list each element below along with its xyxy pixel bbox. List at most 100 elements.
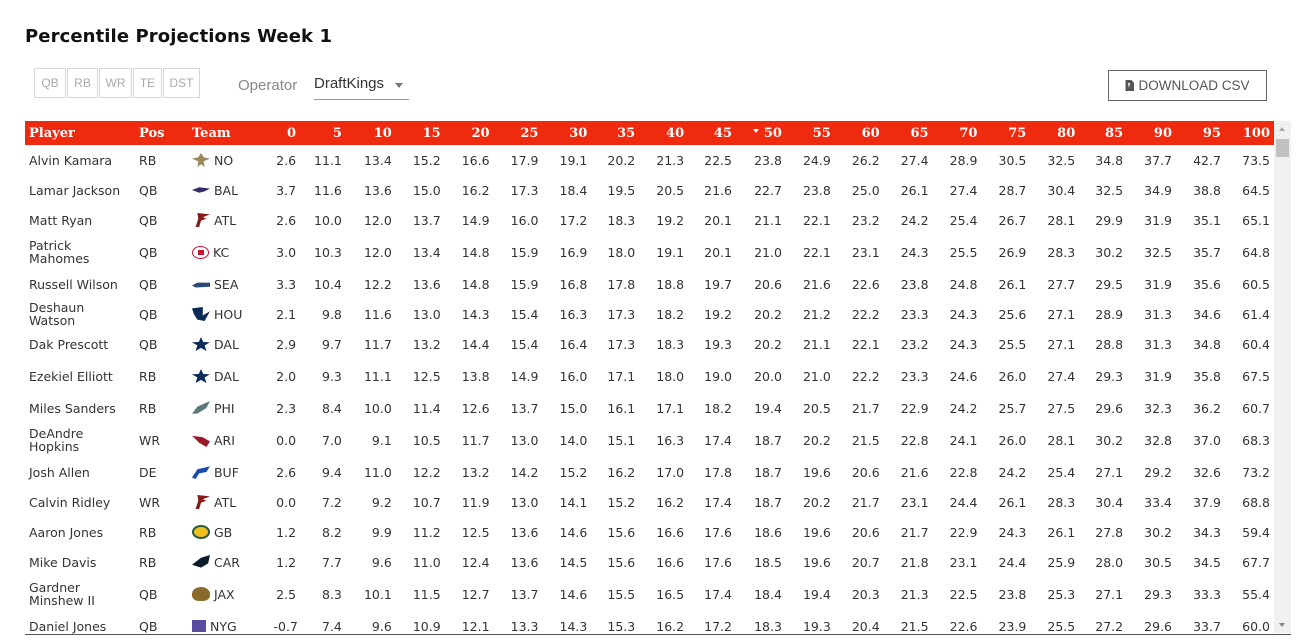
scrollbar-thumb[interactable] — [1276, 139, 1289, 157]
percentile-value-65: 23.3 — [900, 368, 929, 384]
column-header-65[interactable]: 65 — [884, 121, 933, 145]
scroll-down-arrow-icon[interactable] — [1279, 623, 1285, 627]
percentile-value-20: 14.8 — [461, 276, 490, 292]
column-header-60[interactable]: 60 — [835, 121, 884, 145]
percentile-value-35: 17.1 — [607, 368, 636, 384]
percentile-value-15: 11.0 — [412, 554, 441, 570]
table-row[interactable]: Daniel Jones QB NYG -0.7 7.4 9.6 10.9 12.1 13.3 1… — [25, 611, 1274, 634]
scroll-up-arrow-icon[interactable] — [1279, 127, 1285, 131]
column-header-40[interactable]: 40 — [639, 121, 688, 145]
column-header-50[interactable]: 50 — [736, 121, 786, 145]
column-header-95[interactable]: 95 — [1176, 121, 1225, 145]
table-row[interactable]: Ezekiel Elliott RB DAL 2.0 9.3 11.1 12.5 13.8 14… — [25, 359, 1274, 393]
column-header-label: 60 — [861, 125, 880, 141]
table-row[interactable]: Russell Wilson QB SEA 3.3 10.4 12.2 13.6 14.8 15… — [25, 269, 1274, 299]
column-header-label: 45 — [713, 125, 732, 141]
percentile-value-10: 13.4 — [363, 152, 392, 168]
column-header-5[interactable]: 5 — [300, 121, 346, 145]
table-row[interactable]: Josh Allen DE BUF 2.6 9.4 11.0 12.2 13.2 14.2 15.… — [25, 457, 1274, 487]
column-header-85[interactable]: 85 — [1079, 121, 1127, 145]
percentile-value-0: 3.7 — [276, 182, 297, 198]
column-header-label: Team — [191, 125, 231, 141]
filter-dst-button[interactable]: DST — [163, 68, 200, 98]
table-row[interactable]: Deshaun Watson QB HOU 2.1 9.8 11.6 13.0 14.3 15.… — [25, 299, 1274, 329]
percentile-value-0: 2.6 — [276, 152, 297, 168]
percentile-value-20: 12.5 — [461, 524, 490, 540]
table-row[interactable]: Calvin Ridley WR ATL 0.0 7.2 9.2 10.7 11.9 13.0 1… — [25, 487, 1274, 517]
table-row[interactable]: Gardner Minshew II QB JAX 2.5 8.3 10.1 11.5 12.… — [25, 577, 1274, 611]
percentile-value-15: 12.5 — [412, 368, 441, 384]
table-row[interactable]: Aaron Jones RB GB 1.2 8.2 9.9 11.2 12.5 13.6 14.6… — [25, 517, 1274, 547]
column-header-75[interactable]: 75 — [981, 121, 1030, 145]
percentile-value-55: 19.3 — [802, 618, 831, 634]
column-header-70[interactable]: 70 — [933, 121, 982, 145]
table-row[interactable]: Lamar Jackson QB BAL 3.7 11.6 13.6 15.0 16.2 17.… — [25, 175, 1274, 205]
percentile-value-35: 15.5 — [607, 586, 636, 602]
team-logo-icon — [195, 213, 210, 227]
table-row[interactable]: Mike Davis RB CAR 1.2 7.7 9.6 11.0 12.4 13.6 14.5… — [25, 547, 1274, 577]
team: KC — [191, 245, 266, 260]
filter-te-button[interactable]: TE — [133, 68, 162, 98]
column-header-0[interactable]: 0 — [269, 121, 300, 145]
team: PHI — [191, 401, 266, 416]
filter-rb-button[interactable]: RB — [67, 68, 98, 98]
column-header-20[interactable]: 20 — [445, 121, 494, 145]
column-header-55[interactable]: 55 — [786, 121, 835, 145]
percentile-value-5: 9.3 — [322, 368, 342, 384]
percentile-value-65: 23.1 — [900, 494, 929, 510]
percentile-value-95: 35.6 — [1193, 276, 1221, 292]
percentile-value-80: 27.7 — [1047, 276, 1076, 292]
table-row[interactable]: Alvin Kamara RB NO 2.6 11.1 13.4 15.2 16.6 17.9 1… — [25, 145, 1274, 175]
percentile-value-100: 60.7 — [1242, 400, 1270, 416]
filter-wr-button[interactable]: WR — [99, 68, 132, 98]
team-abbreviation: ARI — [213, 432, 235, 448]
chevron-down-icon — [395, 83, 403, 88]
percentile-value-5: 9.4 — [322, 464, 342, 480]
table-row[interactable]: Dak Prescott QB DAL 2.9 9.7 11.7 13.2 14.4 15.4 1… — [25, 329, 1274, 359]
column-header-player[interactable]: Player — [25, 121, 135, 145]
percentile-value-90: 29.2 — [1144, 464, 1173, 480]
percentile-value-35: 19.5 — [607, 182, 636, 198]
column-header-30[interactable]: 30 — [542, 121, 591, 145]
percentile-value-10: 10.0 — [363, 400, 392, 416]
player-name: DeAndre Hopkins — [29, 426, 84, 454]
table-row[interactable]: DeAndre Hopkins WR ARI 0.0 7.0 9.1 10.5 11.7 13.… — [25, 423, 1274, 457]
vertical-scrollbar[interactable] — [1274, 121, 1291, 633]
table-row[interactable]: Matt Ryan QB ATL 2.6 10.0 12.0 13.7 14.9 16.0 17.… — [25, 205, 1274, 235]
percentile-value-15: 13.4 — [412, 244, 441, 260]
percentile-value-5: 8.2 — [322, 524, 342, 540]
percentile-value-5: 7.4 — [322, 618, 342, 634]
percentile-value-80: 27.5 — [1047, 400, 1076, 416]
team-cell: ARI — [188, 423, 270, 457]
percentile-value-60: 20.3 — [851, 586, 880, 602]
column-header-25[interactable]: 25 — [494, 121, 543, 145]
percentile-value-50: 18.6 — [754, 524, 782, 540]
column-header-45[interactable]: 45 — [688, 121, 736, 145]
percentile-value-40: 18.8 — [656, 276, 685, 292]
team-logo-icon — [191, 337, 210, 351]
percentile-value-55: 19.6 — [802, 524, 831, 540]
column-header-team[interactable]: Team — [188, 121, 270, 145]
table-row[interactable]: Patrick Mahomes QB KC 3.0 10.3 12.0 13.4 14.8 15… — [25, 235, 1274, 269]
filter-qb-button[interactable]: QB — [34, 68, 66, 98]
player-name: Josh Allen — [29, 464, 90, 480]
column-header-80[interactable]: 80 — [1030, 121, 1079, 145]
percentile-value-25: 13.6 — [510, 554, 539, 570]
column-header-pos[interactable]: Pos — [135, 121, 188, 145]
table-row[interactable]: Miles Sanders RB PHI 2.3 8.4 10.0 11.4 12.6 13.7… — [25, 393, 1274, 423]
column-header-label: 5 — [332, 125, 342, 141]
column-header-90[interactable]: 90 — [1127, 121, 1176, 145]
percentile-value-45: 17.4 — [704, 494, 732, 510]
percentile-value-80: 28.1 — [1047, 432, 1076, 448]
percentile-value-55: 21.2 — [802, 306, 831, 322]
download-csv-button[interactable]: DOWNLOAD CSV — [1108, 70, 1267, 101]
percentile-value-45: 19.0 — [704, 368, 732, 384]
percentile-value-25: 13.0 — [510, 432, 539, 448]
percentile-value-85: 30.2 — [1095, 244, 1124, 260]
column-header-35[interactable]: 35 — [591, 121, 639, 145]
column-header-15[interactable]: 15 — [396, 121, 445, 145]
percentile-value-25: 13.3 — [510, 618, 539, 634]
column-header-100[interactable]: 100 — [1225, 121, 1274, 145]
operator-select[interactable]: DraftKings — [314, 70, 409, 100]
column-header-10[interactable]: 10 — [346, 121, 396, 145]
